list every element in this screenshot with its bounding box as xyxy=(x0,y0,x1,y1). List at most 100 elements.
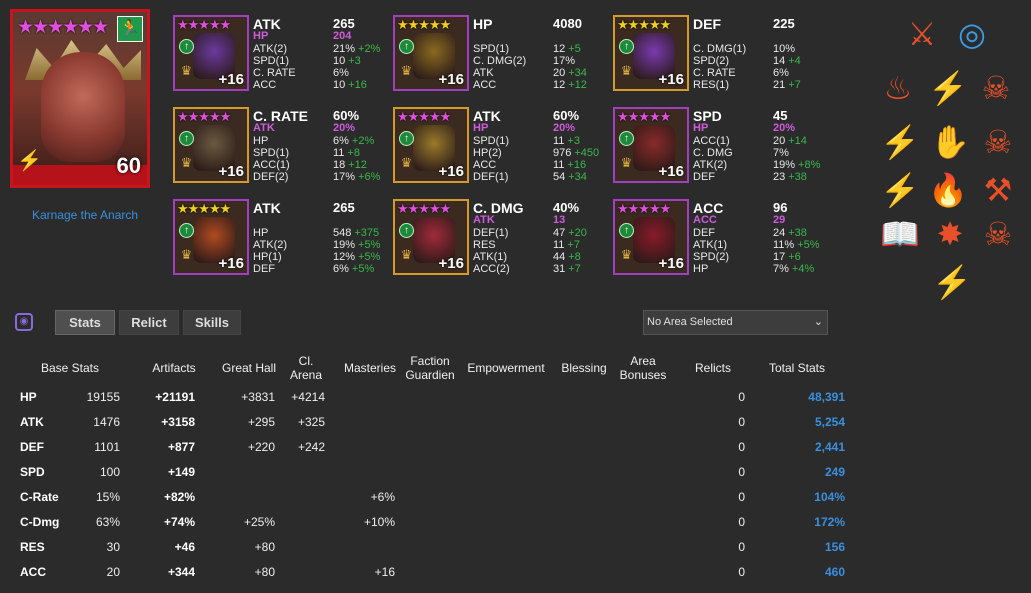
artifact-main-value: 40% xyxy=(553,200,580,215)
substat-value: 7% xyxy=(773,147,792,159)
biting-fangs-icon[interactable]: ☠ xyxy=(978,122,1018,162)
substat-base: 17% xyxy=(553,55,576,67)
tab-skills[interactable]: Skills xyxy=(183,310,241,335)
substat-row: ATK(1) 44 +8 xyxy=(473,251,603,263)
artifact-level: +16 xyxy=(658,163,684,180)
substat-name: ACC xyxy=(253,79,277,91)
split-spark-icon[interactable]: ⚡ xyxy=(932,262,972,302)
substat-base: 44 xyxy=(553,251,566,263)
champion-portrait[interactable]: ★★★★★★ 🏃 ⚡ 60 xyxy=(10,9,150,188)
substat-name: SPD(2) xyxy=(693,55,730,67)
artifact-slot[interactable]: ★★★★★ ↑ ♛ +16 C. DMG 40% ATK 13 DEF(1) 4… xyxy=(393,199,603,279)
tab-stats[interactable]: Stats xyxy=(55,310,115,335)
artifact-icon[interactable]: ★★★★★ ↑ ♛ +16 xyxy=(393,15,469,91)
skull-bite-icon[interactable]: ☠ xyxy=(978,214,1018,254)
area-select[interactable]: No Area Selected ⌄ xyxy=(643,310,828,335)
substat-bonus: +12 xyxy=(348,159,367,171)
artifact-substats: SPD(1) 12 +5 C. DMG(2) 17% ATK 20 +34 ACC … xyxy=(473,43,603,91)
stat-cell-base: 30 xyxy=(106,540,120,554)
substat-value: 6% +2% xyxy=(333,135,374,147)
artifact-icon[interactable]: ★★★★★ ↑ ♛ +16 xyxy=(173,199,249,275)
artifact-icon[interactable]: ★★★★★ ↑ ♛ +16 xyxy=(613,107,689,183)
header-artifacts: Artifacts xyxy=(152,361,196,375)
sword-slash-icon[interactable]: ⚔ xyxy=(902,14,942,54)
champion-name[interactable]: Karnage the Anarch xyxy=(10,208,160,222)
artifact-substats: DEF(1) 47 +20 RES 11 +7 ATK(1) 44 +8 ACC(2)… xyxy=(473,227,603,275)
flame-spear-icon[interactable]: 🔥 xyxy=(928,170,968,210)
screenshot-icon[interactable]: ◉ xyxy=(15,313,33,331)
double-axe-icon[interactable]: ⚒ xyxy=(978,170,1018,210)
artifact-main-stat: HP xyxy=(473,16,493,32)
fanged-jaws-icon[interactable]: ☠ xyxy=(976,68,1016,108)
wind-gust-icon[interactable]: ⚡ xyxy=(880,170,920,210)
stat-row-label: HP xyxy=(20,390,37,404)
substat-row: RES(1) 21 +7 xyxy=(693,79,823,91)
blood-burst-icon[interactable]: ✸ xyxy=(930,214,970,254)
stat-cell-relic: 0 xyxy=(738,515,745,529)
header-area-bonuses: Area Bonuses xyxy=(619,354,667,382)
artifact-primary-substat-value: 20% xyxy=(773,122,796,134)
artifact-substats: HP 548 +375 ATK(2) 19% +5% HP(1) 12% +5% DE… xyxy=(253,227,383,275)
artifact-icon[interactable]: ★★★★★ ↑ ♛ +16 xyxy=(173,15,249,91)
set-icon: ♛ xyxy=(400,155,413,170)
substat-bonus: +450 xyxy=(574,147,600,159)
tab-relict[interactable]: Relict xyxy=(119,310,179,335)
chevron-down-icon: ⌄ xyxy=(813,316,823,328)
substat-name: SPD(1) xyxy=(253,55,290,67)
artifact-icon[interactable]: ★★★★★ ↑ ♛ +16 xyxy=(613,15,689,91)
artifact-icon[interactable]: ★★★★★ ↑ ♛ +16 xyxy=(393,199,469,275)
stat-cell-relic: 0 xyxy=(738,465,745,479)
substat-row: ACC 11 +16 xyxy=(473,159,603,171)
stat-cell-total: 460 xyxy=(824,565,845,579)
artifact-slot[interactable]: ★★★★★ ↑ ♛ +16 DEF 225 C. DMG(1) 10% SPD(… xyxy=(613,15,823,95)
artifact-slot[interactable]: ★★★★★ ↑ ♛ +16 ATK 265 HP 548 +375 ATK(2) … xyxy=(173,199,383,279)
stat-cell-base: 1476 xyxy=(93,415,120,429)
substat-name: HP xyxy=(253,227,269,239)
substat-base: 6% xyxy=(333,135,349,147)
substat-bonus: +38 xyxy=(788,227,807,239)
substat-base: 12 xyxy=(553,43,566,55)
hand-claw-icon[interactable]: ✋ xyxy=(930,122,970,162)
artifact-icon[interactable]: ★★★★★ ↑ ♛ +16 xyxy=(393,107,469,183)
artifact-slot[interactable]: ★★★★★ ↑ ♛ +16 ATK 265 HP 204 ATK(2) 21% +… xyxy=(173,15,383,95)
artifact-slot[interactable]: ★★★★★ ↑ ♛ +16 ACC 96 ACC 29 DEF 24 +38 AT… xyxy=(613,199,823,279)
artifact-slot[interactable]: ★★★★★ ↑ ♛ +16 SPD 45 HP 20% ACC(1) 20 +14… xyxy=(613,107,823,187)
stat-cell-art: +46 xyxy=(174,540,195,554)
substat-value: 21 +7 xyxy=(773,79,801,91)
substat-bonus: +4% xyxy=(791,263,815,275)
substat-bonus: +3 xyxy=(348,55,361,67)
upgrade-arrow-icon: ↑ xyxy=(179,223,194,238)
lightning-dash-icon[interactable]: ⚡ xyxy=(880,122,920,162)
artifact-icon[interactable]: ★★★★★ ↑ ♛ +16 xyxy=(173,107,249,183)
demon-fire-icon[interactable]: ♨ xyxy=(878,68,918,108)
substat-row: C. DMG(1) 10% xyxy=(693,43,823,55)
artifact-slot[interactable]: ★★★★★ ↑ ♛ +16 ATK 60% HP 20% SPD(1) 11 +3… xyxy=(393,107,603,187)
substat-bonus: +5% xyxy=(797,239,820,251)
substat-bonus: +4 xyxy=(788,55,801,67)
substat-name: DEF xyxy=(693,227,715,239)
open-book-icon[interactable]: 📖 xyxy=(880,214,920,254)
substat-bonus: +3 xyxy=(567,135,580,147)
substat-value: 11 +7 xyxy=(553,239,580,251)
artifact-icon[interactable]: ★★★★★ ↑ ♛ +16 xyxy=(613,199,689,275)
artifact-substats: ATK(2) 21% +2% SPD(1) 10 +3 C. RATE 6% ACC… xyxy=(253,43,383,91)
spiral-strike-icon[interactable]: ◎ xyxy=(952,14,992,54)
stat-cell-total: 172% xyxy=(814,515,845,529)
substat-name: ACC(1) xyxy=(253,159,290,171)
triple-slash-icon[interactable]: ⚡ xyxy=(928,68,968,108)
artifact-level: +16 xyxy=(218,163,244,180)
substat-base: 12% xyxy=(333,251,356,263)
stat-cell-hall: +25% xyxy=(243,515,275,529)
substat-row: DEF(1) 47 +20 xyxy=(473,227,603,239)
substat-bonus: +12 xyxy=(568,79,587,91)
substat-row: C. RATE 6% xyxy=(693,67,823,79)
set-icon: ♛ xyxy=(620,63,633,78)
artifact-stars: ★★★★★ xyxy=(397,201,451,216)
substat-bonus: +16 xyxy=(567,159,587,171)
stat-cell-total: 5,254 xyxy=(814,415,845,429)
substat-name: ATK xyxy=(473,67,494,79)
substat-bonus: +2% xyxy=(358,43,381,55)
artifact-slot[interactable]: ★★★★★ ↑ ♛ +16 C. RATE 60% ATK 20% HP 6% +… xyxy=(173,107,383,187)
substat-name: RES xyxy=(473,239,496,251)
artifact-slot[interactable]: ★★★★★ ↑ ♛ +16 HP 4080 SPD(1) 12 +5 C. DMG… xyxy=(393,15,603,95)
